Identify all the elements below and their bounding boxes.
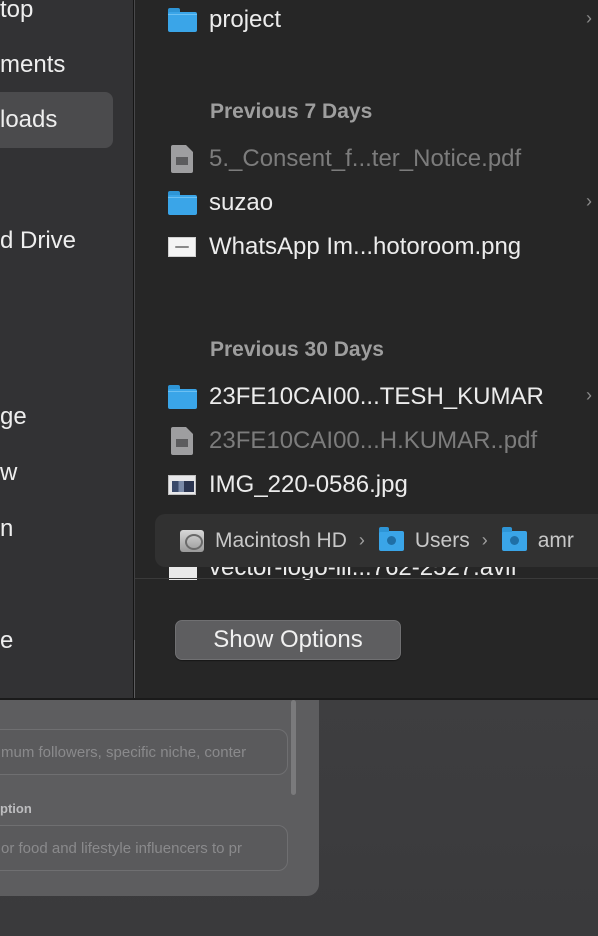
- options-divider: [135, 578, 598, 579]
- sidebar-item-label: e: [0, 627, 14, 654]
- sidebar-item-label: ments: [0, 51, 66, 78]
- sidebar-item-view[interactable]: w: [0, 453, 17, 493]
- dialog-bottom-edge: [0, 698, 598, 700]
- file-name: 23FE10CAI00...TESH_KUMAR: [209, 383, 544, 410]
- background-description-input[interactable]: or food and lifestyle influencers to pr: [0, 825, 288, 871]
- file-list-pane: project › Previous 7 Days 5._Consent_f..…: [135, 0, 598, 700]
- breadcrumb-label: amr: [537, 528, 574, 552]
- chevron-right-icon: ›: [586, 191, 592, 211]
- background-scrollbar[interactable]: [291, 700, 296, 795]
- sidebar-item-documents[interactable]: ments: [0, 45, 65, 85]
- list-item-file: 23FE10CAI00...H.KUMAR..pdf: [167, 421, 598, 461]
- users-folder-icon: [379, 526, 405, 553]
- section-header-previous-7-days: Previous 7 Days: [210, 100, 373, 123]
- sidebar-item-n[interactable]: n: [0, 509, 13, 549]
- list-item-file[interactable]: IMG_220-0586.jpg: [167, 465, 598, 505]
- breadcrumb-label: Users: [414, 528, 470, 552]
- image-thumbnail-icon: [167, 232, 197, 262]
- sidebar-item-storage[interactable]: ge: [0, 397, 27, 437]
- list-item-folder[interactable]: 23FE10CAI00...TESH_KUMAR ›: [167, 377, 598, 417]
- sidebar-item-label: loads: [0, 106, 58, 133]
- file-name: 23FE10CAI00...H.KUMAR..pdf: [209, 427, 538, 454]
- background-requirements-placeholder: mum followers, specific niche, conter: [1, 743, 247, 761]
- sidebar-item-label: top: [0, 0, 34, 23]
- photo-thumbnail-icon: [167, 470, 197, 500]
- chevron-right-icon: ›: [358, 530, 365, 550]
- hard-drive-icon: [179, 529, 205, 553]
- list-item-folder[interactable]: suzao ›: [167, 183, 598, 223]
- breadcrumb-users[interactable]: Users: [379, 526, 470, 553]
- chevron-right-icon: ›: [586, 8, 592, 28]
- section-header-previous-30-days: Previous 30 Days: [210, 338, 384, 361]
- sidebar-item-icloud-drive[interactable]: d Drive: [0, 221, 76, 261]
- breadcrumb-label: Macintosh HD: [215, 528, 347, 552]
- file-name: IMG_220-0586.jpg: [209, 471, 408, 498]
- path-bar: Macintosh HD › Users › amr: [155, 514, 598, 567]
- show-options-button[interactable]: Show Options: [175, 620, 401, 660]
- file-name: 5._Consent_f...ter_Notice.pdf: [209, 145, 522, 172]
- folder-icon: [167, 188, 197, 218]
- list-item-file: 5._Consent_f...ter_Notice.pdf: [167, 139, 598, 179]
- chevron-right-icon: ›: [586, 385, 592, 405]
- folder-icon: [167, 5, 197, 35]
- list-item-folder[interactable]: project ›: [167, 0, 598, 40]
- file-name: project: [209, 6, 282, 33]
- sidebar-item-downloads[interactable]: loads: [0, 92, 113, 148]
- home-folder-icon: [502, 526, 528, 553]
- sidebar-item-label: d Drive: [0, 227, 77, 254]
- breadcrumb-home[interactable]: amr: [502, 526, 574, 553]
- pdf-document-icon: [167, 426, 197, 456]
- sidebar-item-label: n: [0, 515, 14, 542]
- folder-icon: [167, 382, 197, 412]
- sidebar-item-label: ge: [0, 403, 27, 430]
- file-name: suzao: [209, 189, 274, 216]
- pdf-document-icon: [167, 144, 197, 174]
- sidebar-item-label: w: [0, 459, 18, 486]
- breadcrumb-macintosh-hd[interactable]: Macintosh HD: [179, 529, 347, 553]
- finder-sidebar: top ments loads d Drive ge w n e: [0, 0, 134, 700]
- background-description-label: ption: [0, 801, 32, 816]
- background-description-placeholder: or food and lifestyle influencers to pr: [1, 839, 242, 857]
- list-item-file[interactable]: WhatsApp Im...hotoroom.png: [167, 227, 598, 267]
- sidebar-item-desktop[interactable]: top: [0, 0, 33, 30]
- background-requirements-input[interactable]: mum followers, specific niche, conter: [0, 729, 288, 775]
- file-name: WhatsApp Im...hotoroom.png: [209, 233, 522, 260]
- sidebar-item-e[interactable]: e: [0, 621, 13, 661]
- chevron-right-icon: ›: [481, 530, 488, 550]
